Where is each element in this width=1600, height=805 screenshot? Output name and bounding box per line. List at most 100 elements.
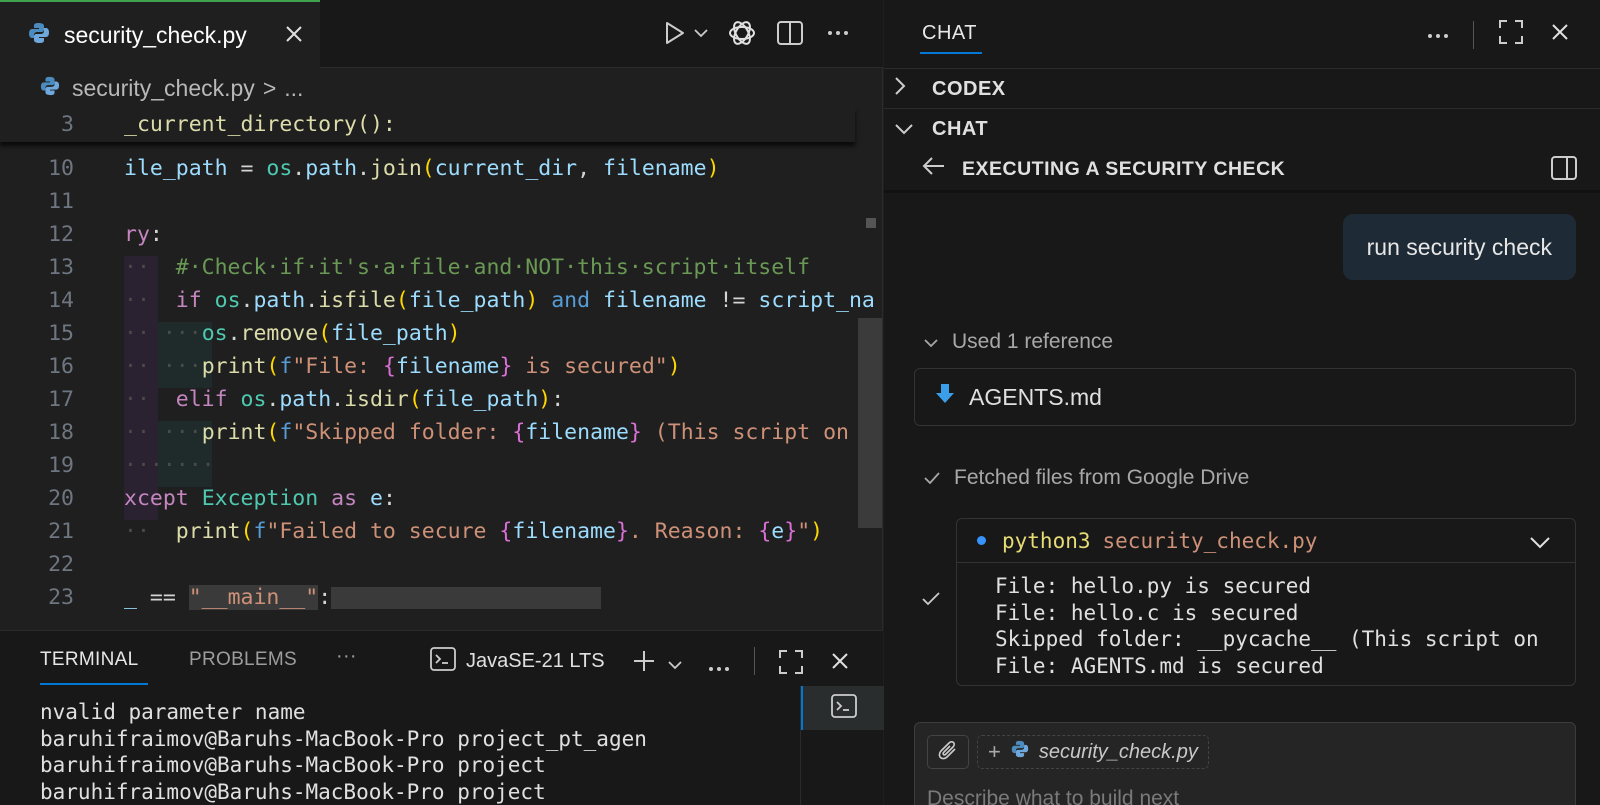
- chevron-down-icon: [924, 330, 938, 354]
- tab-chat[interactable]: CHAT: [922, 22, 977, 45]
- terminal-profile[interactable]: JavaSE-21 LTS: [430, 647, 605, 676]
- panel-tab-bar: TERMINAL PROBLEMS ··· JavaSE-21 LTS: [0, 631, 883, 687]
- code-line: 16 ·· ···print(f"File: {filename} is secu…: [48, 354, 681, 379]
- section-chat[interactable]: CHAT: [894, 118, 988, 141]
- maximize-icon[interactable]: [1498, 19, 1524, 50]
- code-line: 13 ·· #·Check·if·it's·a·file·and·NOT·this…: [48, 255, 811, 280]
- code-line: 11: [48, 189, 74, 214]
- editor-scrollbar[interactable]: [858, 318, 882, 528]
- editor-tab-bar: security_check.py: [0, 0, 883, 68]
- attach-button[interactable]: [927, 735, 969, 769]
- run-file: security_check.py: [1102, 528, 1318, 553]
- chevron-right-icon: [894, 76, 916, 102]
- close-icon[interactable]: [828, 649, 852, 678]
- fetched-files-label: Fetched files from Google Drive: [954, 466, 1250, 489]
- breadcrumb-separator: >: [262, 74, 277, 101]
- more-actions-icon[interactable]: [823, 18, 853, 48]
- divider: [884, 68, 1600, 69]
- context-file-name: security_check.py: [1038, 740, 1198, 763]
- tool-run-output: File: hello.py is secured File: hello.c …: [995, 574, 1539, 678]
- split-editor-icon[interactable]: [775, 18, 805, 48]
- status-dot: [977, 536, 986, 545]
- section-chat-label: CHAT: [932, 118, 989, 140]
- chevron-down-icon: [894, 118, 916, 141]
- plus-icon[interactable]: [632, 649, 656, 678]
- close-icon[interactable]: [1548, 20, 1572, 49]
- breadcrumb-rest[interactable]: ...: [284, 75, 303, 102]
- editor-pane: security_check.py security_check.py > ..…: [0, 0, 884, 805]
- code-line: 18 ·· ···print(f"Skipped folder: {filenam…: [48, 420, 849, 445]
- code-line: 19 ·······: [48, 453, 215, 478]
- section-codex[interactable]: CODEX: [894, 76, 1006, 102]
- run-command: python3: [1002, 528, 1091, 553]
- chevron-down-icon[interactable]: [668, 657, 682, 675]
- terminal-instance[interactable]: [801, 686, 884, 730]
- chat-input[interactable]: + security_check.py Describe what to bui…: [914, 722, 1576, 805]
- sticky-line-text: _current_directory():: [124, 112, 396, 137]
- panel-more-button[interactable]: ···: [336, 645, 357, 668]
- thread-title: EXECUTING A SECURITY CHECK: [962, 157, 1286, 180]
- code-line: 22: [48, 552, 74, 577]
- paperclip-icon: [938, 739, 958, 766]
- chat-header-actions: [1427, 19, 1572, 50]
- code-line: 12 ry:: [48, 222, 163, 247]
- checkmark-icon: [922, 592, 940, 611]
- divider: [754, 647, 755, 675]
- code-line: 17 ·· elif os.path.isdir(file_path):: [48, 387, 565, 412]
- divider: [884, 190, 1600, 193]
- run-icon[interactable]: [659, 18, 689, 48]
- used-references-label: Used 1 reference: [952, 330, 1114, 353]
- checkmark-icon: [924, 466, 940, 490]
- chevron-down-icon[interactable]: [693, 18, 709, 48]
- editor-actions: [659, 18, 853, 48]
- plus-icon: +: [988, 739, 1001, 764]
- maximize-icon[interactable]: [778, 649, 804, 680]
- python-file-icon: [28, 22, 50, 49]
- code-line: 15 ·· ···os.remove(file_path): [48, 321, 461, 346]
- chat-pane: CHAT CODEX CHAT EXECUTING A SECURITY CHE…: [884, 0, 1600, 805]
- tab-title: security_check.py: [64, 21, 247, 48]
- sticky-scroll-line[interactable]: 3 _current_directory():: [0, 108, 855, 142]
- more-actions-icon[interactable]: [708, 659, 730, 677]
- download-icon: [935, 383, 955, 411]
- context-file-chip[interactable]: + security_check.py: [977, 735, 1209, 769]
- terminal-icon: [830, 693, 857, 723]
- terminal-panel: TERMINAL PROBLEMS ··· JavaSE-21 LTS nval…: [0, 630, 884, 805]
- terminal-output[interactable]: nvalid parameter name baruhifraimov@Baru…: [40, 699, 647, 805]
- terminal-profile-label: JavaSE-21 LTS: [466, 650, 605, 672]
- minimap-marker: [866, 218, 876, 228]
- chevron-down-icon[interactable]: [1529, 531, 1551, 555]
- section-codex-label: CODEX: [932, 77, 1006, 100]
- user-message: run security check: [1342, 214, 1576, 280]
- used-references-toggle[interactable]: Used 1 reference: [924, 330, 1113, 354]
- divider: [1473, 20, 1474, 49]
- code-line: 10 ile_path = os.path.join(current_dir, f…: [48, 156, 720, 181]
- tab-terminal[interactable]: TERMINAL: [40, 649, 138, 671]
- chat-header: CHAT: [884, 0, 1600, 68]
- tab-security-check[interactable]: security_check.py: [0, 0, 320, 68]
- chat-input-placeholder: Describe what to build next: [927, 787, 1180, 805]
- tool-run-header[interactable]: python3 security_check.py: [957, 519, 1575, 563]
- breadcrumb-file[interactable]: security_check.py: [72, 75, 255, 102]
- divider: [884, 108, 1600, 109]
- tab-problems[interactable]: PROBLEMS: [189, 649, 297, 671]
- code-editor[interactable]: 3 _current_directory(): 10 ile_path = os.…: [0, 108, 883, 628]
- terminal-list: [800, 686, 884, 805]
- split-editor-icon[interactable]: [1550, 155, 1578, 186]
- active-tab-indicator: [40, 683, 148, 685]
- fetched-files-status: Fetched files from Google Drive: [924, 466, 1249, 490]
- code-line: 23 _ == "__main__":: [0, 581, 883, 614]
- thread-header: EXECUTING A SECURITY CHECK: [922, 156, 1285, 182]
- reference-item[interactable]: AGENTS.md: [914, 368, 1576, 426]
- reference-file-name: AGENTS.md: [969, 383, 1102, 410]
- code-line: 14 ·· if os.path.isfile(file_path) and fi…: [48, 288, 875, 313]
- tool-run-block: python3 security_check.py File: hello.py…: [956, 518, 1576, 686]
- openai-icon[interactable]: [727, 18, 757, 48]
- active-tab-indicator: [920, 52, 982, 54]
- code-line: 21 ·· print(f"Failed to secure {filename}…: [48, 519, 824, 544]
- more-actions-icon[interactable]: [1427, 26, 1449, 44]
- code-line: 20 xcept Exception as e:: [48, 486, 396, 511]
- back-arrow-icon[interactable]: [922, 156, 946, 182]
- python-file-icon: [1011, 740, 1029, 764]
- close-icon[interactable]: [282, 22, 306, 46]
